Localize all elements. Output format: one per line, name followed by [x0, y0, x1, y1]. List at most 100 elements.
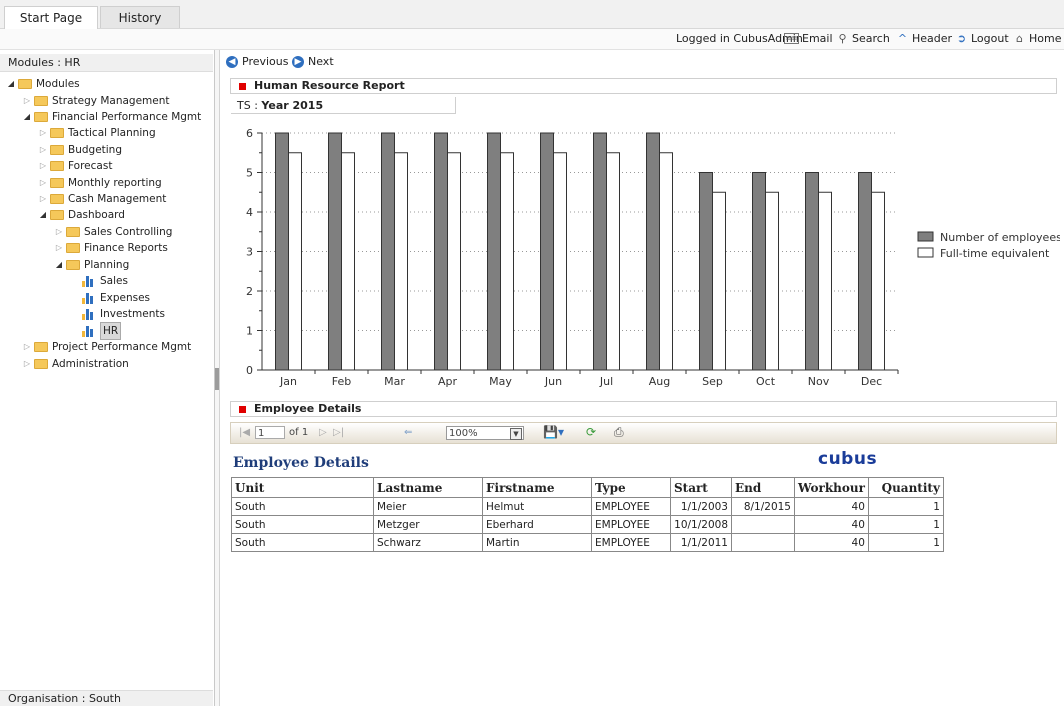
employee-details-header: Employee Details	[230, 401, 1057, 417]
logout-label: Logout	[971, 32, 1009, 45]
collapsed-arrow-icon[interactable]: ▷	[22, 356, 32, 372]
tree-item-hr[interactable]: HR	[80, 322, 122, 340]
cell-end	[731, 533, 795, 552]
collapsed-arrow-icon[interactable]: ▷	[38, 158, 48, 174]
tree-item-modules[interactable]: ◢ Modules	[6, 76, 80, 92]
zoom-select[interactable]: 100% ▼	[446, 426, 524, 440]
report-icon	[82, 325, 96, 337]
print-icon[interactable]: ⎙	[614, 425, 624, 440]
tree-item-planning[interactable]: ◢ Planning	[54, 257, 129, 273]
bar-employees	[434, 132, 448, 371]
tree-item-forecast[interactable]: ▷ Forecast	[38, 158, 113, 174]
folder-icon	[50, 210, 64, 220]
folder-icon	[34, 112, 48, 122]
bar-fte	[765, 191, 779, 371]
tree-item-finance-reports[interactable]: ▷ Finance Reports	[54, 240, 168, 256]
folder-icon	[34, 359, 48, 369]
tree-item-sales-controlling[interactable]: ▷ Sales Controlling	[54, 224, 172, 240]
cell-workhour: 40	[794, 515, 869, 534]
expanded-arrow-icon[interactable]: ◢	[6, 76, 16, 92]
cell-end	[731, 515, 795, 534]
email-icon: ≡≡	[784, 33, 799, 44]
tree-item-budgeting[interactable]: ▷ Budgeting	[38, 142, 122, 158]
hr-report-header: Human Resource Report	[230, 78, 1057, 94]
header-button[interactable]: ^ Header	[896, 32, 952, 45]
top-toolbar: Logged in CubusAdmin ≡≡ Email ⚲ Search ^…	[0, 29, 1064, 50]
home-button[interactable]: ⌂ Home	[1013, 32, 1061, 45]
x-tick-label: Jul	[599, 375, 613, 388]
folder-icon	[34, 96, 48, 106]
collapsed-arrow-icon[interactable]: ▷	[22, 93, 32, 109]
search-button[interactable]: ⚲ Search	[836, 32, 889, 45]
tab-history[interactable]: History	[100, 6, 180, 28]
folder-icon	[34, 342, 48, 352]
y-tick-label: 5	[246, 167, 253, 180]
back-icon[interactable]: ⇐	[404, 427, 412, 438]
report-icon	[82, 292, 96, 304]
bar-employees	[646, 132, 660, 371]
tree-item-project-performance[interactable]: ▷ Project Performance Mgmt	[22, 339, 191, 355]
tree-label: Monthly reporting	[68, 177, 162, 189]
email-button[interactable]: ≡≡ Email	[784, 32, 833, 45]
legend-swatch	[917, 231, 934, 242]
cell-unit: South	[231, 497, 374, 516]
expanded-arrow-icon[interactable]: ◢	[54, 257, 64, 273]
tree-label: Investments	[100, 308, 165, 320]
column-header: End	[731, 477, 795, 498]
folder-icon	[50, 194, 64, 204]
expanded-arrow-icon[interactable]: ◢	[38, 207, 48, 223]
collapsed-arrow-icon[interactable]: ▷	[54, 240, 64, 256]
column-header: Firstname	[482, 477, 592, 498]
tree-label: Planning	[84, 259, 130, 271]
column-header: Unit	[231, 477, 374, 498]
collapsed-arrow-icon[interactable]: ▷	[22, 339, 32, 355]
cell-workhour: 40	[794, 533, 869, 552]
tab-start-page[interactable]: Start Page	[4, 6, 98, 29]
folder-icon	[66, 260, 80, 270]
refresh-icon[interactable]: ⟳	[586, 425, 596, 439]
collapsed-arrow-icon[interactable]: ▷	[54, 224, 64, 240]
bar-fte	[288, 152, 302, 371]
first-page-icon[interactable]: |◀	[239, 427, 250, 438]
section-marker-icon	[239, 405, 246, 413]
previous-button[interactable]: ◀ Previous	[226, 55, 289, 68]
collapsed-arrow-icon[interactable]: ▷	[38, 142, 48, 158]
logout-icon: ➲	[956, 32, 967, 45]
tree-item-administration[interactable]: ▷ Administration	[22, 356, 129, 372]
tree-item-investments[interactable]: Investments	[80, 306, 165, 322]
cell-firstname: Helmut	[482, 497, 592, 516]
last-page-icon[interactable]: ▷|	[333, 427, 344, 438]
cell-quantity: 1	[867, 515, 944, 534]
report-title: Employee Details	[233, 455, 369, 471]
tree-item-expenses[interactable]: Expenses	[80, 290, 150, 306]
collapsed-arrow-icon[interactable]: ▷	[38, 175, 48, 191]
tree-item-strategy-management[interactable]: ▷ Strategy Management	[22, 93, 170, 109]
home-icon: ⌂	[1016, 32, 1023, 45]
collapsed-arrow-icon[interactable]: ▷	[38, 125, 48, 141]
folder-icon	[50, 178, 64, 188]
collapsed-arrow-icon[interactable]: ▷	[38, 191, 48, 207]
bar-employees	[858, 172, 872, 371]
tree-item-monthly-reporting[interactable]: ▷ Monthly reporting	[38, 175, 162, 191]
previous-label: Previous	[242, 55, 289, 68]
next-page-icon[interactable]: ▷	[319, 427, 327, 438]
next-button[interactable]: ▶ Next	[292, 55, 334, 68]
tree-item-cash-management[interactable]: ▷ Cash Management	[38, 191, 166, 207]
table-header-row: Unit Lastname Firstname Type Start End W…	[231, 477, 944, 498]
tree-item-sales[interactable]: Sales	[80, 273, 128, 289]
tree-label: Expenses	[100, 292, 151, 304]
cell-unit: South	[231, 533, 374, 552]
time-selector[interactable]: TS : Year 2015	[231, 97, 456, 114]
expanded-arrow-icon[interactable]: ◢	[22, 109, 32, 125]
page-number-input[interactable]: 1	[255, 426, 285, 439]
tree-item-dashboard[interactable]: ◢ Dashboard	[38, 207, 125, 223]
export-icon[interactable]: 💾▾	[543, 425, 564, 439]
section-title: Employee Details	[254, 402, 362, 415]
logout-button[interactable]: ➲ Logout	[955, 32, 1009, 45]
hr-bar-chart: 0 1 2 3 4 5 6 Jan Feb Mar Apr May Jun Jul Aug Sep Oct Nov…	[246, 127, 1060, 388]
folder-icon	[50, 145, 64, 155]
splitter-handle[interactable]	[215, 368, 219, 390]
tree-item-financial-performance[interactable]: ◢ Financial Performance Mgmt	[22, 109, 201, 125]
tree-item-tactical-planning[interactable]: ▷ Tactical Planning	[38, 125, 156, 141]
x-tick-label: May	[489, 375, 512, 388]
